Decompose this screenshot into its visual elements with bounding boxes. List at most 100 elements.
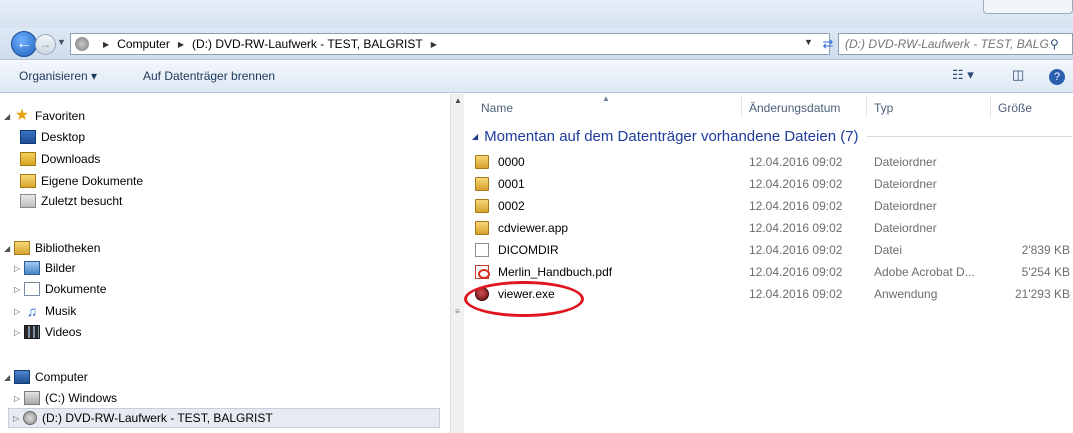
refresh-icon[interactable]: ⇄ [818, 34, 838, 54]
file-name: DICOMDIR [498, 243, 559, 257]
nav-documents[interactable]: Eigene Dokumente [20, 171, 143, 191]
breadcrumb-dvd-drive[interactable]: (D:) DVD-RW-Laufwerk - TEST, BALGRIST [192, 37, 423, 51]
expand-icon[interactable]: ◢ [4, 244, 14, 253]
column-header-row: ▲ Name Änderungsdatum Typ Größe [464, 94, 1073, 118]
group-collapse-icon[interactable]: ◢ [472, 132, 478, 141]
table-row[interactable]: 0002 12.04.2016 09:02 Dateiordner [464, 196, 1073, 218]
search-box[interactable]: ⚲ [838, 33, 1073, 55]
collapsed-icon[interactable]: ▷ [14, 328, 24, 337]
nav-music[interactable]: ▷ ♫ Musik [14, 301, 76, 321]
collapsed-icon[interactable]: ▷ [13, 414, 23, 423]
nav-pictures[interactable]: ▷ Bilder [14, 258, 76, 278]
file-type: Datei [874, 243, 903, 257]
folder-icon [475, 177, 489, 191]
forward-button[interactable]: → [35, 34, 56, 55]
nav-libraries[interactable]: ◢ Bibliotheken [4, 238, 100, 258]
help-icon[interactable]: ? [1049, 69, 1065, 85]
file-date: 12.04.2016 09:02 [749, 243, 843, 257]
file-name-cell[interactable]: viewer.exe [475, 287, 555, 301]
sort-ascending-icon: ▲ [602, 94, 610, 103]
collapsed-icon[interactable]: ▷ [14, 307, 24, 316]
file-type: Dateiordner [874, 155, 937, 169]
search-input[interactable] [845, 37, 1050, 51]
file-type: Dateiordner [874, 221, 937, 235]
expand-icon[interactable]: ◢ [4, 112, 14, 121]
file-size: 21'293 KB [1014, 287, 1070, 301]
nav-downloads[interactable]: Downloads [20, 149, 100, 169]
nav-computer-label: Computer [35, 370, 88, 384]
collapsed-icon[interactable]: ▷ [14, 394, 24, 403]
file-name-cell[interactable]: DICOMDIR [475, 243, 559, 257]
scroll-up-icon[interactable]: ▲ [454, 96, 462, 105]
nav-lib-documents-label: Dokumente [45, 282, 107, 296]
table-row[interactable]: viewer.exe 12.04.2016 09:02 Anwendung 21'29… [464, 284, 1073, 306]
address-bar[interactable]: ▶ Computer ▶ (D:) DVD-RW-Laufwerk - TEST… [70, 33, 830, 55]
table-row[interactable]: DICOMDIR 12.04.2016 09:02 Datei 2'839 KB [464, 240, 1073, 262]
nav-drive-c-label: (C:) Windows [45, 391, 118, 405]
preview-pane-icon[interactable]: ◫ [1012, 67, 1024, 83]
nav-recent-label: Zuletzt besucht [41, 194, 123, 208]
column-divider[interactable] [990, 96, 991, 118]
file-group-header[interactable]: ◢ Momentan auf dem Datenträger vorhanden… [472, 128, 1072, 145]
table-row[interactable]: 0001 12.04.2016 09:02 Dateiordner [464, 174, 1073, 196]
column-divider[interactable] [741, 96, 742, 118]
nav-libraries-label: Bibliotheken [35, 241, 101, 255]
file-name-cell[interactable]: 0002 [475, 199, 525, 213]
nav-desktop[interactable]: Desktop [20, 127, 85, 147]
back-button[interactable]: ← [11, 31, 37, 57]
file-date: 12.04.2016 09:02 [749, 265, 843, 279]
file-size: 2'839 KB [1021, 243, 1070, 257]
nav-favorites[interactable]: ◢ ★ Favoriten [4, 106, 85, 126]
table-row[interactable]: cdviewer.app 12.04.2016 09:02 Dateiordner [464, 218, 1073, 240]
file-date: 12.04.2016 09:02 [749, 287, 843, 301]
folder-icon [475, 155, 489, 169]
nav-drive-d-label: (D:) DVD-RW-Laufwerk - TEST, BALGRIST [42, 411, 273, 425]
application-icon [475, 287, 489, 301]
view-options-icon[interactable]: ☷ ▾ [952, 67, 974, 83]
nav-drive-d[interactable]: ▷ (D:) DVD-RW-Laufwerk - TEST, BALGRIST [8, 408, 440, 428]
navigation-pane: ◢ ★ Favoriten Desktop Downloads Eigene D… [0, 94, 450, 433]
folder-icon [475, 221, 489, 235]
column-header-size[interactable]: Größe [998, 101, 1032, 115]
nav-recent[interactable]: Zuletzt besucht [20, 191, 122, 211]
column-header-type[interactable]: Typ [874, 101, 893, 115]
column-header-name[interactable]: Name [481, 101, 513, 115]
file-name-cell[interactable]: cdviewer.app [475, 221, 568, 235]
chevron-right-icon[interactable]: ▶ [178, 40, 184, 49]
collapsed-icon[interactable]: ▷ [14, 264, 24, 273]
expand-icon[interactable]: ◢ [4, 373, 14, 382]
documents-folder-icon [20, 174, 36, 188]
breadcrumb-computer[interactable]: Computer [117, 37, 170, 51]
downloads-folder-icon [20, 152, 36, 166]
file-name-cell[interactable]: Merlin_Handbuch.pdf [475, 265, 612, 279]
command-bar: Organisieren ▾ Auf Datenträger brennen ☷… [0, 60, 1073, 93]
navigation-scrollbar[interactable]: ▲ ≡ [450, 94, 464, 433]
file-name: 0002 [498, 199, 525, 213]
collapsed-icon[interactable]: ▷ [14, 285, 24, 294]
chevron-right-icon[interactable]: ▶ [103, 40, 109, 49]
column-divider[interactable] [866, 96, 867, 118]
nav-computer[interactable]: ◢ Computer [4, 367, 88, 387]
nav-videos[interactable]: ▷ Videos [14, 322, 81, 342]
nav-music-label: Musik [45, 304, 77, 318]
organize-button[interactable]: Organisieren ▾ [19, 69, 97, 83]
group-divider [866, 136, 1072, 137]
file-name-cell[interactable]: 0001 [475, 177, 525, 191]
nav-lib-documents[interactable]: ▷ Dokumente [14, 279, 106, 299]
chevron-right-icon[interactable]: ▶ [431, 40, 437, 49]
nav-desktop-label: Desktop [41, 130, 86, 144]
address-dropdown[interactable]: ▼ [804, 37, 813, 47]
nav-drive-c[interactable]: ▷ (C:) Windows [14, 388, 117, 408]
file-date: 12.04.2016 09:02 [749, 221, 843, 235]
scroll-grip-icon[interactable]: ≡ [455, 307, 460, 316]
column-header-date[interactable]: Änderungsdatum [749, 101, 840, 115]
file-type: Anwendung [874, 287, 938, 301]
table-row[interactable]: Merlin_Handbuch.pdf 12.04.2016 09:02 Adobe… [464, 262, 1073, 284]
recent-pages-dropdown[interactable]: ▼ [57, 37, 66, 47]
burn-to-disc-button[interactable]: Auf Datenträger brennen [143, 69, 275, 83]
file-name-cell[interactable]: 0000 [475, 155, 525, 169]
film-strip-icon [24, 325, 40, 339]
search-icon[interactable]: ⚲ [1050, 37, 1059, 51]
window-controls[interactable] [983, 0, 1073, 14]
table-row[interactable]: 0000 12.04.2016 09:02 Dateiordner [464, 152, 1073, 174]
